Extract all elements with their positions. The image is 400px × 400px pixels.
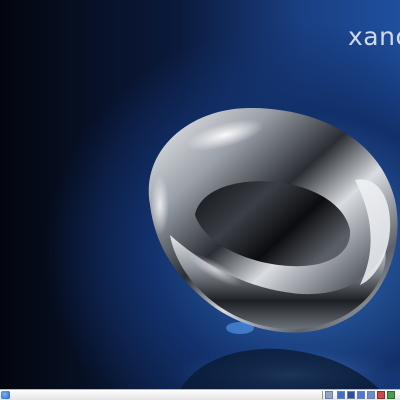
tray-network-icon[interactable] <box>357 391 365 399</box>
taskbar-separator <box>322 391 323 399</box>
brand-text: xanc <box>348 22 400 51</box>
tray-window-icon[interactable] <box>337 391 345 399</box>
start-menu-icon[interactable] <box>1 391 10 399</box>
taskbar[interactable] <box>0 389 400 400</box>
wallpaper-art <box>148 108 400 390</box>
blue-reflection <box>226 322 254 334</box>
tray-alert-icon[interactable] <box>377 391 385 399</box>
chrome-highlight-left <box>151 175 169 235</box>
tray-volume-icon[interactable] <box>367 391 375 399</box>
tray-display-icon[interactable] <box>347 391 355 399</box>
desktop[interactable]: xanc <box>0 0 400 390</box>
tray-app-icon[interactable] <box>325 391 333 399</box>
tray-update-icon[interactable] <box>387 391 395 399</box>
